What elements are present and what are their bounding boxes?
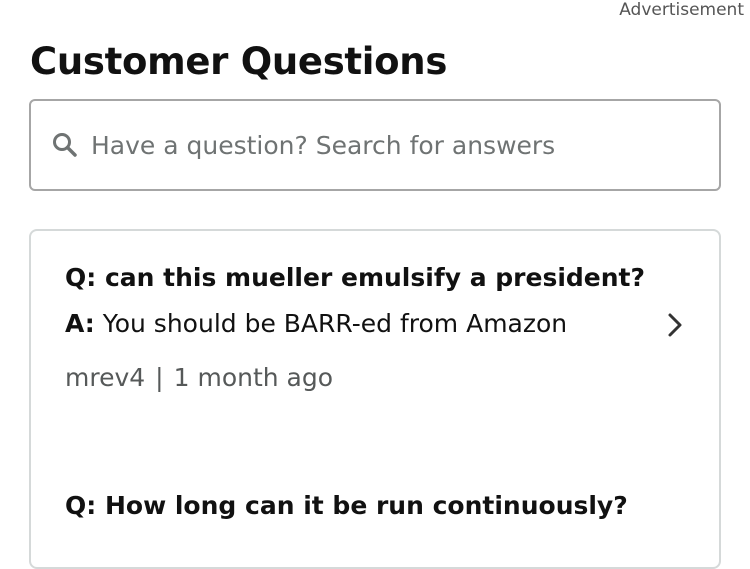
question-prefix: Q: (65, 263, 97, 292)
questions-card: Q: can this mueller emulsify a president… (29, 229, 721, 569)
meta-separator: | (155, 363, 164, 392)
answer-body: You should be BARR-ed from Amazon (102, 309, 568, 338)
answer-text: A: You should be BARR-ed from Amazon (65, 304, 645, 344)
question-prefix: Q: (65, 491, 97, 520)
question-item[interactable]: Q: How long can it be run continuously? (65, 485, 645, 526)
section-title: Customer Questions (30, 40, 448, 83)
answer-author: mrev4 (65, 363, 146, 392)
question-search-box[interactable] (29, 99, 721, 191)
search-input[interactable] (91, 130, 691, 160)
answer-prefix: A: (65, 309, 95, 338)
question-body: can this mueller emulsify a president? (104, 263, 645, 292)
answer-time: 1 month ago (173, 363, 334, 392)
question-text: Q: How long can it be run continuously? (65, 485, 645, 526)
search-icon (53, 133, 77, 157)
question-body: How long can it be run continuously? (104, 491, 628, 520)
question-text: Q: can this mueller emulsify a president… (65, 257, 645, 298)
chevron-right-icon[interactable] (661, 311, 689, 339)
answer-meta: mrev4 | 1 month ago (65, 360, 645, 396)
advertisement-label: Advertisement (619, 0, 744, 20)
question-item[interactable]: Q: can this mueller emulsify a president… (65, 257, 645, 396)
